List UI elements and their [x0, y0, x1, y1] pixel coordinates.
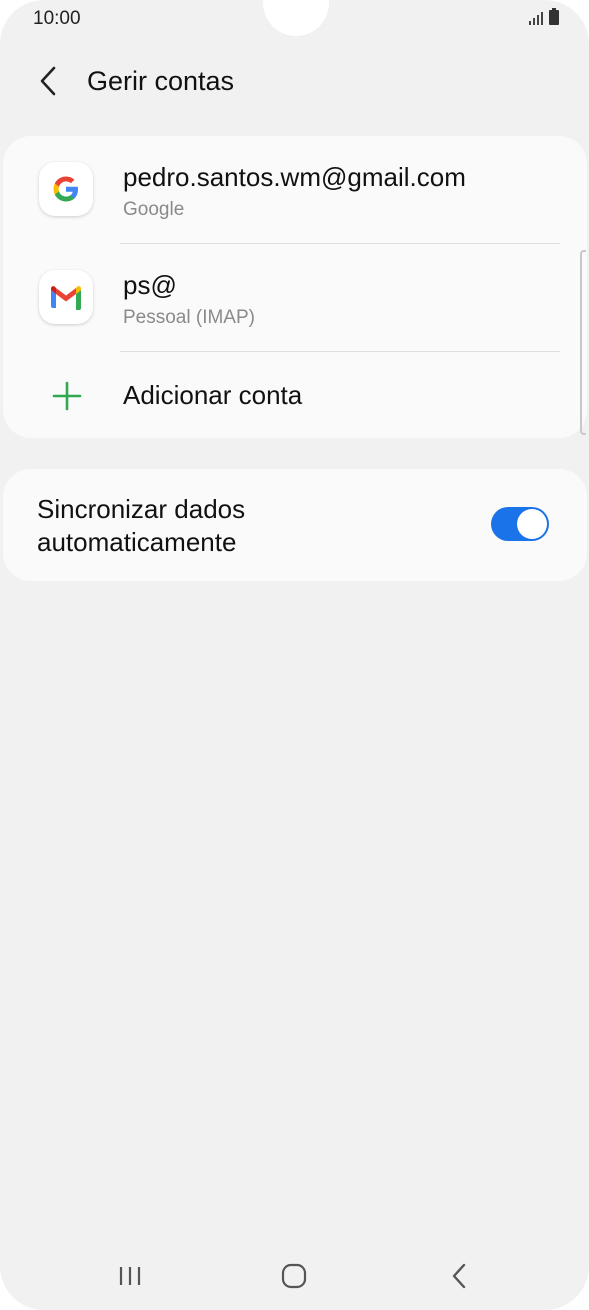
- account-type: Google: [123, 199, 185, 220]
- account-email: pedro.santos.wm@gmail.com: [123, 162, 466, 192]
- navigation-bar: [0, 1240, 589, 1310]
- recents-icon[interactable]: [110, 1260, 150, 1292]
- page-title: Gerir contas: [87, 66, 235, 96]
- gmail-icon: [39, 270, 93, 324]
- signal-icon: [529, 11, 543, 25]
- plus-icon: [52, 381, 82, 411]
- scroll-indicator: [580, 250, 586, 435]
- sync-card: Sincronizar dados automaticamente: [3, 469, 587, 581]
- account-row-google[interactable]: pedro.santos.wm@gmail.com Google: [3, 136, 587, 244]
- auto-sync-toggle[interactable]: [491, 507, 549, 541]
- battery-icon: [549, 8, 559, 25]
- add-account-label: Adicionar conta: [123, 380, 303, 410]
- google-icon: [39, 162, 93, 216]
- toggle-knob: [517, 509, 547, 539]
- chevron-left-icon[interactable]: [30, 62, 70, 102]
- home-icon[interactable]: [274, 1260, 314, 1292]
- add-account-button[interactable]: Adicionar conta: [3, 352, 587, 438]
- account-email: ps@: [123, 270, 177, 300]
- app-header: Gerir contas: [0, 52, 589, 112]
- back-nav-icon[interactable]: [440, 1260, 480, 1292]
- status-time: 10:00: [33, 8, 81, 29]
- account-row-imap[interactable]: ps@ Pessoal (IMAP): [3, 244, 587, 352]
- status-bar: 10:00: [0, 0, 589, 38]
- status-icons: [529, 8, 559, 25]
- accounts-card: pedro.santos.wm@gmail.com Google ps@ Pes…: [3, 136, 587, 438]
- sync-label: Sincronizar dados automaticamente: [37, 494, 246, 557]
- phone-screen: 10:00 Gerir contas pedro.santos.wm@gmail…: [0, 0, 589, 1310]
- account-type: Pessoal (IMAP): [123, 307, 255, 328]
